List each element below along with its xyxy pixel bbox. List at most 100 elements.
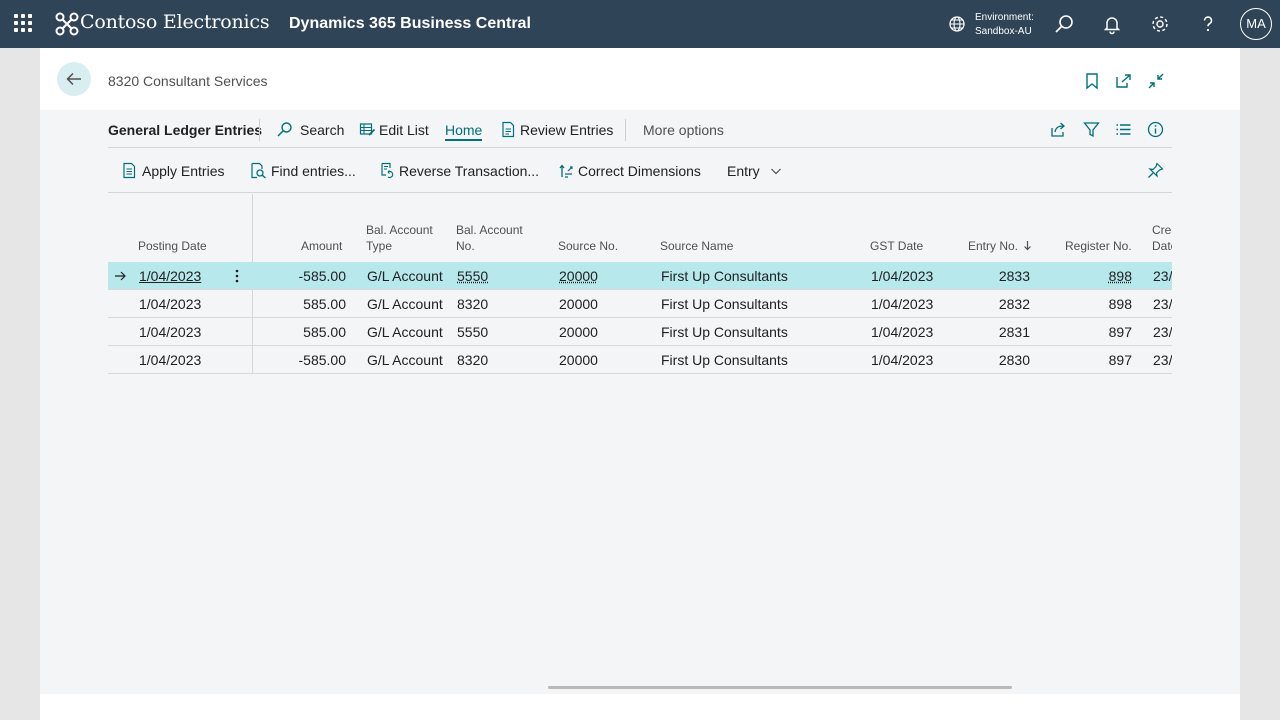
cell-created: 23/ (1153, 324, 1172, 340)
cell-register-no: 897 (1108, 324, 1132, 340)
cell-source-no[interactable]: 20000 (559, 268, 598, 284)
tab-home[interactable]: Home (445, 122, 483, 141)
pin-icon[interactable] (1147, 162, 1164, 179)
table-row[interactable]: 1/04/2023 585.00 G/L Account 8320 20000 … (108, 290, 1172, 318)
column-header-gst-date[interactable]: GST Date (870, 238, 923, 254)
cell-bal-account-no: 5550 (457, 324, 489, 340)
edit-list-action[interactable]: Edit List (379, 122, 429, 138)
cell-bal-account-no: 8320 (457, 296, 489, 312)
cell-posting-date: 1/04/2023 (139, 352, 202, 368)
column-header-entry-no[interactable]: Entry No. (968, 238, 1032, 254)
cell-amount: 585.00 (303, 296, 346, 312)
header-line: No. (456, 239, 475, 253)
row-more-icon[interactable] (234, 268, 240, 284)
edit-list-icon[interactable] (359, 121, 376, 138)
cell-gst-date: 1/04/2023 (871, 268, 934, 284)
product-name: Dynamics 365 Business Central (289, 15, 531, 32)
help-icon[interactable] (1197, 13, 1219, 35)
cell-amount: 585.00 (303, 324, 346, 340)
table-row[interactable]: 1/04/2023 -585.00 G/L Account 5550 20000… (108, 262, 1172, 290)
action-bar: General Ledger Entries Search Edit List … (108, 110, 1172, 148)
entry-menu[interactable]: Entry (727, 163, 782, 179)
bell-icon[interactable] (1101, 13, 1123, 35)
cell-source-name: First Up Consultants (661, 324, 788, 340)
cell-bal-account-no[interactable]: 5550 (457, 268, 488, 284)
column-header-register-no[interactable]: Register No. (1065, 238, 1132, 254)
find-entries-action[interactable]: Find entries... (271, 163, 356, 179)
column-header-source-name[interactable]: Source Name (660, 238, 733, 254)
cell-source-name: First Up Consultants (661, 296, 788, 312)
more-options-action[interactable]: More options (643, 122, 724, 138)
review-entries-action[interactable]: Review Entries (520, 122, 613, 138)
sort-descending-icon (1024, 241, 1032, 251)
list-title: General Ledger Entries (108, 122, 263, 138)
table-row[interactable]: 1/04/2023 585.00 G/L Account 5550 20000 … (108, 318, 1172, 346)
search-icon[interactable] (1053, 13, 1075, 35)
filter-icon[interactable] (1083, 121, 1100, 138)
header-line: Crea (1152, 223, 1172, 237)
cell-register-no[interactable]: 898 (1062, 268, 1132, 284)
reverse-transaction-action[interactable]: Reverse Transaction... (399, 163, 539, 179)
column-header-bal-account-no[interactable]: Bal. Account No. (456, 222, 523, 254)
back-button[interactable] (57, 62, 91, 96)
cell-bal-account-type: G/L Account (367, 268, 443, 284)
divider (259, 119, 260, 141)
table-row[interactable]: 1/04/2023 -585.00 G/L Account 8320 20000… (108, 346, 1172, 374)
header-line: Bal. Account (366, 223, 433, 237)
arrow-left-icon (66, 72, 81, 86)
column-header-created[interactable]: Crea Date (1152, 222, 1172, 254)
cell-bal-account-type: G/L Account (367, 324, 443, 340)
review-entries-icon[interactable] (500, 121, 517, 138)
column-header-source-no[interactable]: Source No. (558, 238, 618, 254)
cell-source-no: 20000 (559, 324, 598, 340)
cell-entry-no: 2831 (998, 324, 1030, 340)
cell-entry-no: 2833 (998, 268, 1030, 284)
environment-indicator[interactable]: Environment: Sandbox-AU (975, 11, 1034, 39)
cell-amount: -585.00 (298, 268, 346, 284)
correct-dimensions-icon[interactable] (558, 162, 575, 179)
apply-entries-action[interactable]: Apply Entries (142, 163, 224, 179)
apply-entries-icon[interactable] (121, 162, 138, 179)
app-top-bar: Contoso Electronics Dynamics 365 Busines… (0, 0, 1280, 48)
header-line: Bal. Account (456, 223, 523, 237)
waffle-icon[interactable] (14, 14, 34, 34)
cell-source-name: First Up Consultants (661, 352, 788, 368)
home-actions-bar: Apply Entries Find entries... Reverse Tr… (108, 148, 1172, 193)
user-avatar[interactable]: MA (1240, 8, 1272, 40)
list-workspace: General Ledger Entries Search Edit List … (40, 110, 1240, 694)
cell-source-no: 20000 (559, 352, 598, 368)
cell-posting-date: 1/04/2023 (139, 296, 202, 312)
page-breadcrumb: 8320 Consultant Services (108, 73, 268, 89)
open-new-window-icon[interactable] (1114, 72, 1132, 90)
cell-posting-date[interactable]: 1/04/2023 (139, 268, 201, 284)
cell-gst-date: 1/04/2023 (871, 296, 934, 312)
cell-created: 23/ (1153, 352, 1172, 368)
search-action[interactable]: Search (300, 122, 344, 138)
info-icon[interactable] (1147, 121, 1164, 138)
share-icon[interactable] (1050, 121, 1067, 138)
cell-entry-no: 2830 (998, 352, 1030, 368)
collapse-icon[interactable] (1147, 72, 1165, 90)
page-content: 8320 Consultant Services General Ledger … (40, 48, 1240, 720)
header-label: Entry No. (968, 239, 1019, 253)
horizontal-scrollbar[interactable] (548, 686, 1012, 689)
find-entries-icon[interactable] (250, 162, 267, 179)
column-header-bal-account-type[interactable]: Bal. Account Type (366, 222, 433, 254)
column-header-posting-date[interactable]: Posting Date (138, 238, 207, 254)
cell-gst-date: 1/04/2023 (871, 324, 934, 340)
reverse-transaction-icon[interactable] (379, 162, 396, 179)
search-icon[interactable] (276, 121, 293, 138)
cell-posting-date: 1/04/2023 (139, 324, 202, 340)
environment-name: Sandbox-AU (975, 26, 1032, 37)
correct-dimensions-action[interactable]: Correct Dimensions (578, 163, 701, 179)
cell-source-no: 20000 (559, 296, 598, 312)
cell-amount: -585.00 (298, 352, 346, 368)
gear-icon[interactable] (1149, 13, 1171, 35)
brand-name[interactable]: Contoso Electronics (80, 11, 270, 33)
bookmark-icon[interactable] (1083, 72, 1101, 90)
ledger-entries-grid: Posting Date Amount Bal. Account Type Ba… (108, 194, 1172, 374)
list-view-icon[interactable] (1115, 121, 1132, 138)
contoso-logo-icon (55, 12, 79, 36)
column-header-amount[interactable]: Amount (301, 238, 342, 254)
cell-bal-account-type: G/L Account (367, 296, 443, 312)
